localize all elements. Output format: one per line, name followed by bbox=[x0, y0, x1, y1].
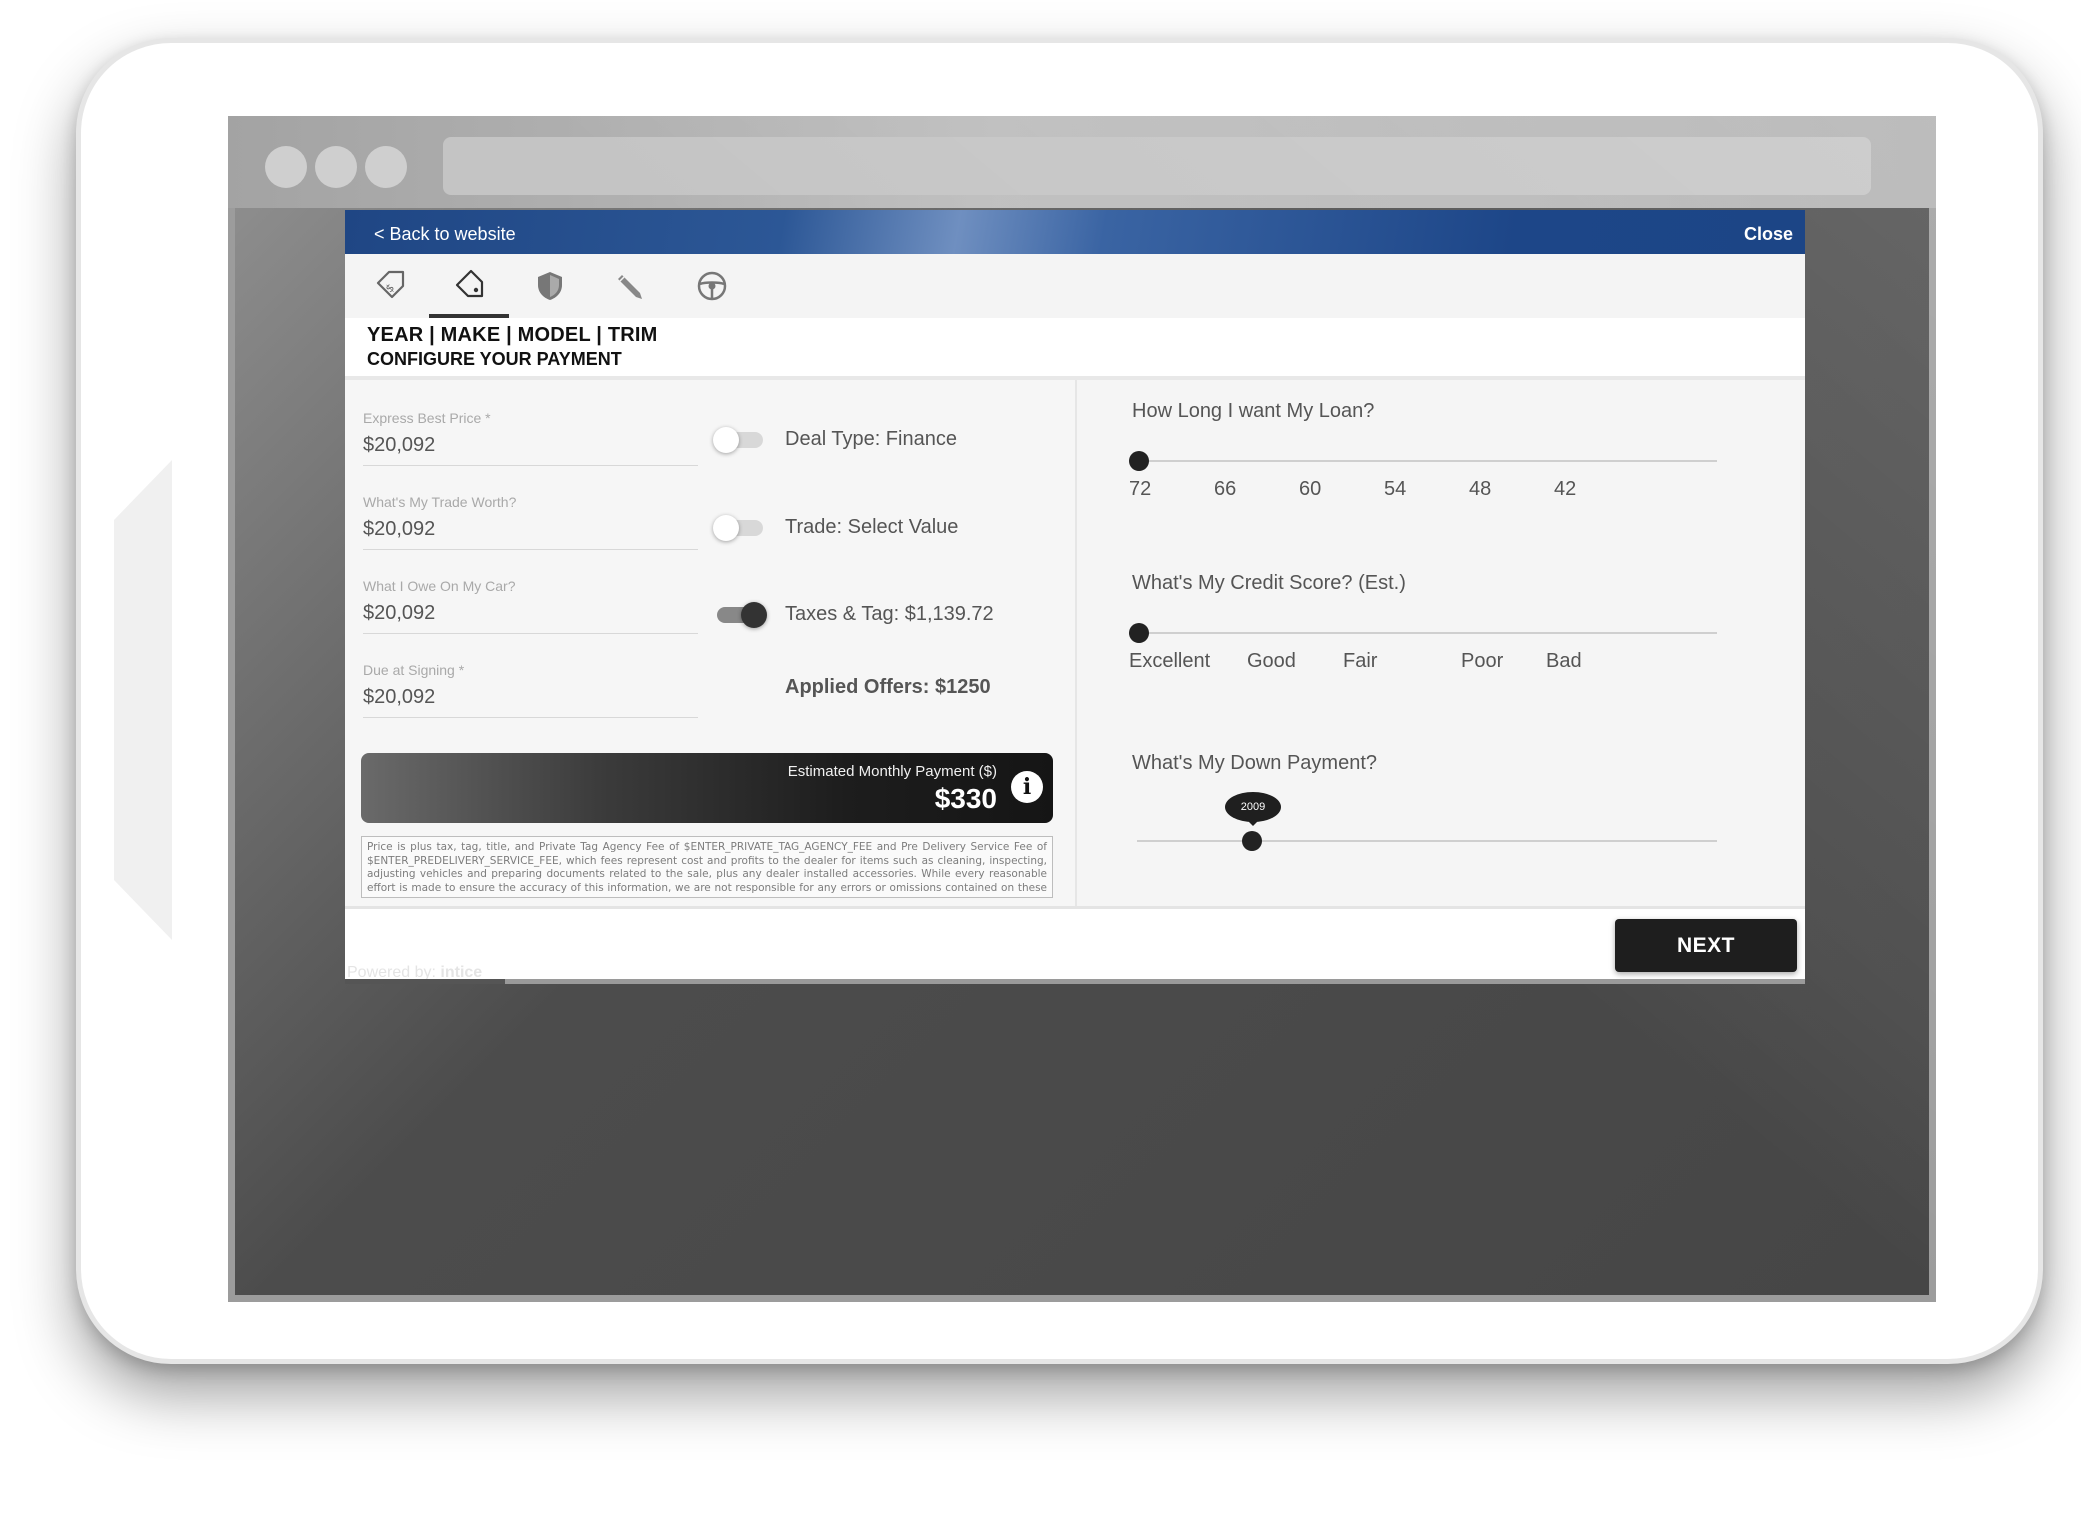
toggle-knob bbox=[741, 602, 767, 628]
progress-bar-track bbox=[505, 979, 1805, 984]
trade-label: Trade: Select Value bbox=[785, 516, 959, 538]
down-payment-question: What's My Down Payment? bbox=[1132, 752, 1378, 774]
payment-configurator-modal: < Back to website Close $ YEAR | MAKE | … bbox=[345, 210, 1805, 984]
price-tag-dollar-icon: $ bbox=[376, 270, 405, 299]
loan-term-tick[interactable]: 66 bbox=[1214, 478, 1236, 501]
monthly-payment-box: Estimated Monthly Payment ($) $330 i bbox=[361, 753, 1053, 823]
down-payment-slider-track[interactable] bbox=[1137, 840, 1717, 842]
close-button[interactable]: Close bbox=[1744, 224, 1793, 245]
credit-score-tick[interactable]: Good bbox=[1247, 650, 1296, 673]
payment-inputs-panel: Express Best Price * $20,092 What's My T… bbox=[345, 380, 1075, 906]
field-value[interactable]: $20,092 bbox=[363, 686, 698, 709]
due-at-signing-field[interactable]: Due at Signing * $20,092 bbox=[363, 662, 698, 718]
tab-price[interactable]: $ bbox=[350, 254, 430, 318]
window-control-dot[interactable] bbox=[365, 146, 407, 188]
modal-footer: Powered by: intice NEXT bbox=[345, 906, 1805, 984]
vehicle-title: YEAR | MAKE | MODEL | TRIM bbox=[367, 324, 658, 346]
toggle-knob bbox=[713, 427, 739, 453]
trade-toggle[interactable] bbox=[713, 515, 763, 541]
taxes-tag-toggle[interactable] bbox=[713, 602, 767, 628]
window-control-dot[interactable] bbox=[265, 146, 307, 188]
loan-options-panel: How Long I want My Loan? 72 66 60 54 48 … bbox=[1075, 380, 1805, 906]
credit-score-slider-knob[interactable] bbox=[1129, 623, 1149, 643]
steering-wheel-icon bbox=[697, 271, 727, 301]
loan-term-tick[interactable]: 72 bbox=[1129, 478, 1151, 501]
tab-protection[interactable] bbox=[510, 254, 590, 318]
trade-worth-field[interactable]: What's My Trade Worth? $20,092 bbox=[363, 494, 698, 550]
loan-term-slider-track[interactable] bbox=[1137, 460, 1717, 462]
taxes-tag-label: Taxes & Tag: $1,139.72 bbox=[785, 603, 994, 625]
tab-sign[interactable] bbox=[591, 254, 671, 318]
monthly-payment-value: $330 bbox=[934, 783, 997, 814]
credit-score-tick[interactable]: Excellent bbox=[1129, 650, 1210, 673]
address-bar[interactable] bbox=[443, 137, 1871, 195]
loan-term-tick[interactable]: 60 bbox=[1299, 478, 1321, 501]
loan-term-tick[interactable]: 42 bbox=[1554, 478, 1576, 501]
deal-type-toggle[interactable] bbox=[713, 427, 763, 453]
express-best-price-field[interactable]: Express Best Price * $20,092 bbox=[363, 410, 698, 466]
down-payment-value-bubble: 2009 bbox=[1225, 792, 1281, 826]
info-icon[interactable]: i bbox=[1011, 771, 1043, 803]
shield-icon bbox=[538, 272, 562, 300]
field-label: Due at Signing * bbox=[363, 662, 465, 678]
field-value[interactable]: $20,092 bbox=[363, 434, 698, 457]
progress-bar-fill bbox=[345, 979, 505, 984]
loan-term-question: How Long I want My Loan? bbox=[1132, 400, 1375, 422]
back-to-website-link[interactable]: < Back to website bbox=[374, 224, 516, 245]
window-control-dot[interactable] bbox=[315, 146, 357, 188]
pen-icon bbox=[618, 275, 642, 299]
field-value[interactable]: $20,092 bbox=[363, 518, 698, 541]
field-label: Express Best Price * bbox=[363, 410, 491, 426]
step-subtitle: CONFIGURE YOUR PAYMENT bbox=[367, 349, 622, 369]
toggle-knob bbox=[713, 515, 739, 541]
credit-score-tick[interactable]: Poor bbox=[1461, 650, 1503, 673]
tablet-side-edge bbox=[114, 460, 172, 940]
down-payment-slider-knob[interactable] bbox=[1242, 831, 1262, 851]
deal-type-label: Deal Type: Finance bbox=[785, 428, 957, 450]
credit-score-slider-track[interactable] bbox=[1137, 632, 1717, 634]
tag-icon bbox=[455, 269, 484, 298]
vehicle-title-block: YEAR | MAKE | MODEL | TRIM CONFIGURE YOU… bbox=[367, 324, 658, 370]
applied-offers: Applied Offers: $1250 bbox=[785, 676, 991, 698]
step-tabs: $ bbox=[345, 254, 1805, 318]
pricing-disclaimer: Price is plus tax, tag, title, and Priva… bbox=[361, 836, 1053, 898]
tab-payment[interactable] bbox=[429, 254, 509, 318]
credit-score-tick[interactable]: Bad bbox=[1546, 650, 1582, 673]
tab-drive[interactable] bbox=[672, 254, 752, 318]
field-label: What I Owe On My Car? bbox=[363, 578, 516, 594]
loan-term-slider-knob[interactable] bbox=[1129, 451, 1149, 471]
modal-header: < Back to website Close bbox=[345, 210, 1805, 254]
credit-score-tick[interactable]: Fair bbox=[1343, 650, 1377, 673]
field-value[interactable]: $20,092 bbox=[363, 602, 698, 625]
monthly-payment-label: Estimated Monthly Payment ($) bbox=[787, 763, 997, 780]
loan-term-tick[interactable]: 54 bbox=[1384, 478, 1406, 501]
credit-score-question: What's My Credit Score? (Est.) bbox=[1132, 572, 1406, 594]
amount-owed-field[interactable]: What I Owe On My Car? $20,092 bbox=[363, 578, 698, 634]
loan-term-tick[interactable]: 48 bbox=[1469, 478, 1491, 501]
field-label: What's My Trade Worth? bbox=[363, 494, 517, 510]
browser-toolbar bbox=[228, 116, 1936, 208]
next-button[interactable]: NEXT bbox=[1615, 919, 1797, 972]
